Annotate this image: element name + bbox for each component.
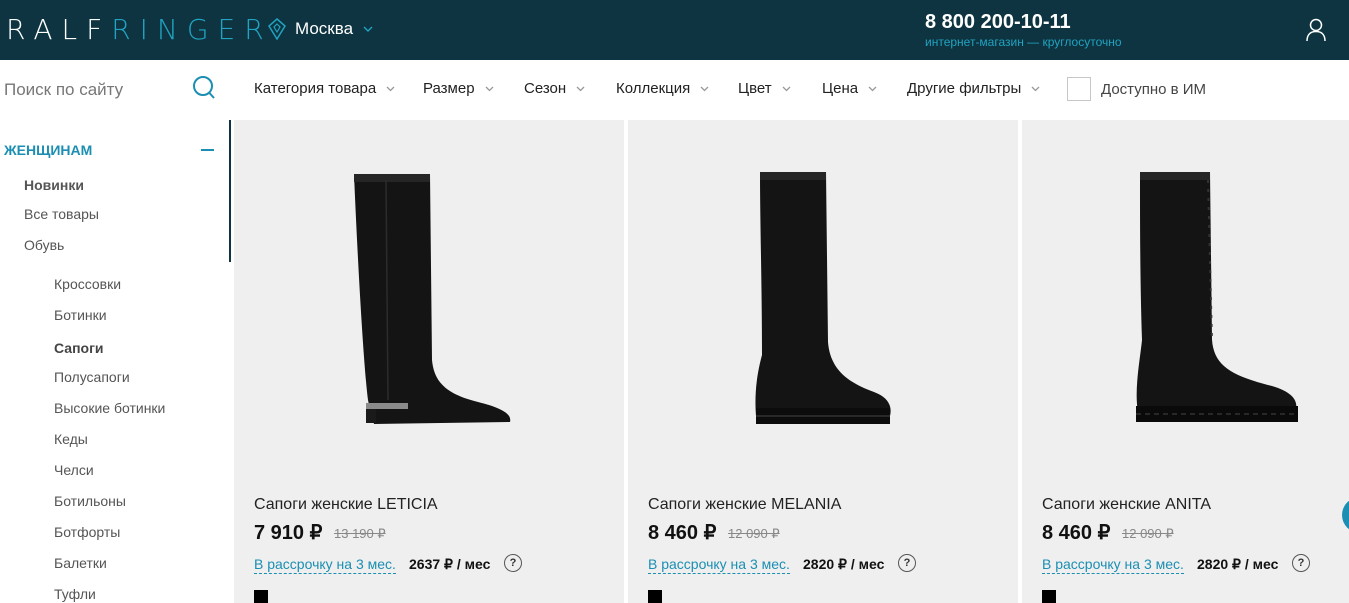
color-swatch-black[interactable]	[1042, 590, 1056, 603]
product-old-price: 12 090 ₽	[728, 526, 780, 541]
help-icon[interactable]: ?	[1292, 554, 1310, 572]
city-selector[interactable]: Москва	[267, 18, 373, 40]
filter-collection[interactable]: Коллекция	[616, 80, 709, 97]
color-swatch-black[interactable]	[254, 590, 268, 603]
search-icon[interactable]	[192, 75, 216, 101]
sidebar-item-all[interactable]: Все товары	[24, 206, 99, 222]
product-name[interactable]: Сапоги женские MELANIA	[648, 496, 841, 514]
brand-logo[interactable]: RALFRINGER	[6, 14, 273, 46]
sidebar-item-sneakers[interactable]: Кроссовки	[54, 276, 121, 292]
monthly-payment: 2820 ₽ / мес	[1197, 556, 1279, 572]
product-card[interactable]: Сапоги женские ANITA 8 460 ₽ 12 090 ₽ В …	[1022, 120, 1349, 603]
product-card[interactable]: Сапоги женские LETICIA 7 910 ₽ 13 190 ₽ …	[234, 120, 624, 603]
sidebar-item-new[interactable]: Новинки	[24, 177, 84, 193]
filter-price[interactable]: Цена	[822, 80, 877, 97]
collapse-minus-icon[interactable]	[201, 149, 214, 151]
sidebar-item-shoes[interactable]: Обувь	[24, 237, 64, 253]
filter-label: Другие фильтры	[907, 80, 1022, 97]
chevron-down-icon	[485, 86, 494, 91]
logo-part-ralf: RALF	[6, 13, 112, 46]
sidebar-item-boots[interactable]: Сапоги	[54, 340, 104, 356]
chevron-down-icon	[363, 26, 373, 32]
product-image[interactable]	[628, 120, 1018, 480]
sidebar-item-booties[interactable]: Ботильоны	[54, 493, 126, 509]
city-name: Москва	[295, 19, 354, 38]
installment-link[interactable]: В рассрочку на 3 мес.	[648, 556, 790, 574]
site-header: RALFRINGER Москва 8 800 200-10-11 интерн…	[0, 0, 1349, 60]
chevron-down-icon	[782, 86, 791, 91]
sidebar-section-women[interactable]: ЖЕНЩИНАМ	[4, 142, 92, 158]
installment-link[interactable]: В рассрочку на 3 мес.	[1042, 556, 1184, 574]
sidebar-item-chelsea[interactable]: Челси	[54, 462, 94, 478]
help-icon[interactable]: ?	[504, 554, 522, 572]
product-card[interactable]: Сапоги женские MELANIA 8 460 ₽ 12 090 ₽ …	[628, 120, 1018, 603]
filter-season[interactable]: Сезон	[524, 80, 585, 97]
chevron-down-icon	[868, 86, 877, 91]
color-swatch-black[interactable]	[648, 590, 662, 603]
filter-label: Цена	[822, 80, 859, 97]
user-account-icon[interactable]	[1305, 18, 1327, 42]
product-price: 7 910 ₽	[254, 522, 323, 544]
available-online-label: Доступно в ИМ	[1101, 81, 1207, 98]
monthly-payment: 2820 ₽ / мес	[803, 556, 885, 572]
search-input[interactable]	[4, 77, 184, 103]
sidebar-item-ankle-boots[interactable]: Ботинки	[54, 307, 107, 323]
filter-label: Цвет	[738, 80, 772, 97]
sidebar-item-half-boots[interactable]: Полусапоги	[54, 369, 130, 385]
sidebar-item-pumps[interactable]: Туфли	[54, 586, 96, 602]
installment-link[interactable]: В рассрочку на 3 мес.	[254, 556, 396, 574]
chevron-down-icon	[1031, 86, 1040, 91]
filter-bar: Категория товара Размер Сезон Коллекция …	[0, 60, 1349, 120]
category-sidebar: ЖЕНЩИНАМ Новинки Все товары Обувь Кроссо…	[0, 120, 230, 603]
product-old-price: 12 090 ₽	[1122, 526, 1174, 541]
filter-label: Размер	[423, 80, 475, 97]
chevron-down-icon	[576, 86, 585, 91]
product-image[interactable]	[1022, 120, 1349, 480]
filter-size[interactable]: Размер	[423, 80, 494, 97]
product-old-price: 13 190 ₽	[334, 526, 386, 541]
sidebar-item-thigh-boots[interactable]: Ботфорты	[54, 524, 120, 540]
product-name[interactable]: Сапоги женские LETICIA	[254, 496, 438, 514]
filter-label: Коллекция	[616, 80, 691, 97]
monthly-payment: 2637 ₽ / мес	[409, 556, 491, 572]
help-icon[interactable]: ?	[898, 554, 916, 572]
filter-label: Категория товара	[254, 80, 377, 97]
filter-label: Сезон	[524, 80, 567, 97]
sidebar-item-keds[interactable]: Кеды	[54, 431, 88, 447]
filter-color[interactable]: Цвет	[738, 80, 791, 97]
product-price: 8 460 ₽	[648, 522, 717, 544]
chevron-down-icon	[386, 86, 395, 91]
phone-note: интернет-магазин — круглосуточно	[925, 35, 1122, 49]
filter-other[interactable]: Другие фильтры	[907, 80, 1040, 97]
available-online-checkbox[interactable]	[1067, 77, 1091, 101]
sidebar-item-ballet-flats[interactable]: Балетки	[54, 555, 107, 571]
product-image[interactable]	[234, 120, 624, 480]
location-pin-icon	[268, 18, 286, 40]
logo-part-ringer: RINGER	[111, 13, 273, 46]
chevron-down-icon	[700, 86, 709, 91]
product-name[interactable]: Сапоги женские ANITA	[1042, 496, 1211, 514]
phone-number[interactable]: 8 800 200-10-11	[925, 11, 1071, 34]
filter-category[interactable]: Категория товара	[254, 80, 395, 97]
product-price: 8 460 ₽	[1042, 522, 1111, 544]
sidebar-item-high-boots[interactable]: Высокие ботинки	[54, 400, 165, 416]
sidebar-active-indicator	[229, 120, 231, 262]
